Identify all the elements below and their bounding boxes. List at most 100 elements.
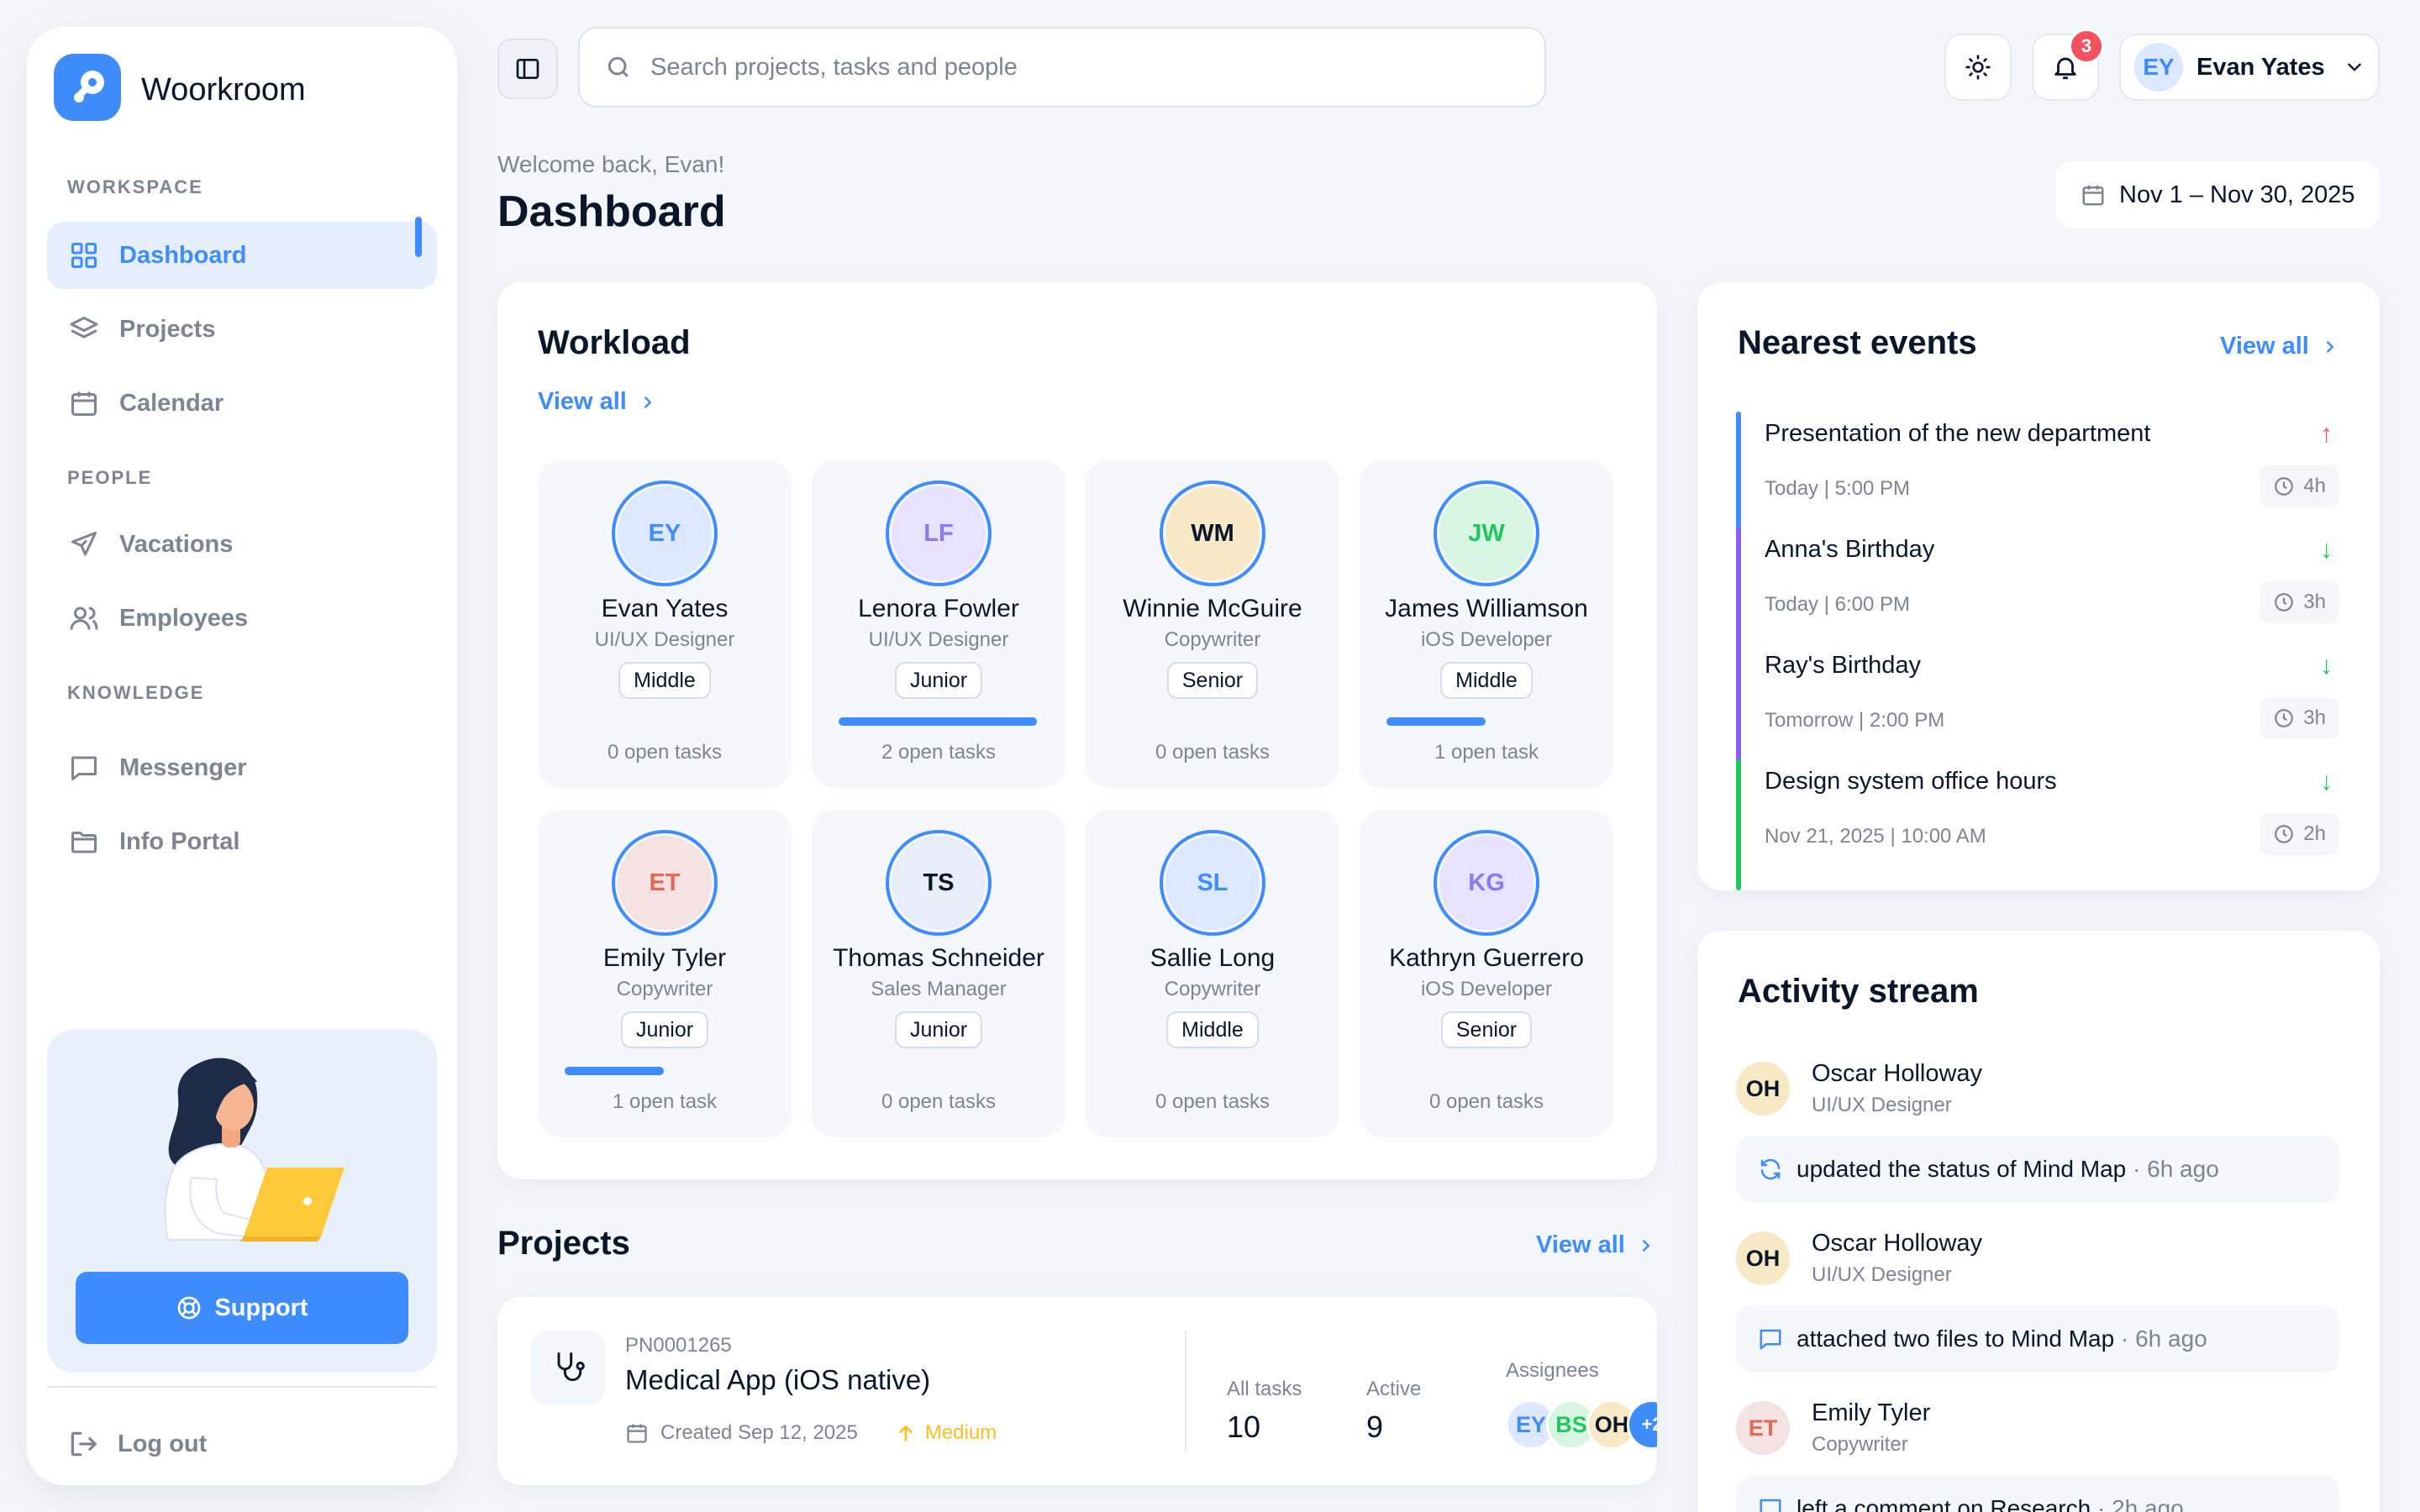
sidebar-item-info-portal[interactable]: Info Portal xyxy=(47,808,437,875)
date-range-picker[interactable]: Nov 1 – Nov 30, 2025 xyxy=(2055,161,2380,228)
avatar-initials: TS xyxy=(892,836,986,930)
activity-user-name: Oscar Holloway xyxy=(1812,1230,1983,1257)
chevron-right-icon xyxy=(639,393,657,412)
more-assignees-badge[interactable]: +2 xyxy=(1627,1399,1657,1450)
app-logo[interactable] xyxy=(54,54,121,121)
clock-icon xyxy=(2273,591,2295,613)
project-card[interactable]: PN0001265 Medical App (iOS native) Creat… xyxy=(497,1297,1657,1485)
sidebar-toggle-button[interactable] xyxy=(497,39,558,99)
avatar-initials: JW xyxy=(1439,486,1534,580)
sidebar-item-vacations[interactable]: Vacations xyxy=(47,511,437,578)
avatar: LF xyxy=(886,480,992,586)
activity-user-role: UI/UX Designer xyxy=(1812,1263,1952,1286)
chevron-right-icon xyxy=(2321,338,2339,356)
event-item[interactable]: Design system office hours ↓ Nov 21, 2025 … xyxy=(1736,759,2339,890)
logout-button[interactable]: Log out xyxy=(67,1428,207,1460)
sidebar-item-label: Dashboard xyxy=(119,241,247,269)
sidebar-item-label: Info Portal xyxy=(119,827,240,855)
plane-icon xyxy=(67,528,101,561)
avatar: ET xyxy=(1736,1401,1790,1455)
workload-member-card[interactable]: WM Winnie McGuire Copywriter Senior 0 open t… xyxy=(1086,460,1339,788)
avatar: EY xyxy=(2134,43,2183,92)
member-name: Lenora Fowler xyxy=(858,595,1019,622)
sidebar-item-calendar[interactable]: Calendar xyxy=(47,370,437,437)
avatar: KG xyxy=(1434,830,1539,936)
event-item[interactable]: Ray's Birthday ↓ Tomorrow | 2:00 PM 3h xyxy=(1736,643,2339,774)
member-name: Emily Tyler xyxy=(602,944,727,972)
project-name: Medical App (iOS native) xyxy=(625,1364,931,1395)
event-title: Anna's Birthday xyxy=(1765,536,1935,563)
activity-item[interactable]: left a comment on Research · 2h ago xyxy=(1736,1475,2339,1512)
workload-member-card[interactable]: ET Emily Tyler Copywriter Junior 1 open task xyxy=(538,810,792,1137)
user-menu-button[interactable]: EY Evan Yates xyxy=(2119,34,2380,101)
member-open-tasks: 1 open task xyxy=(1434,741,1539,764)
sidebar-item-projects[interactable]: Projects xyxy=(47,296,437,363)
activity-user[interactable]: OH Oscar Holloway UI/UX Designer xyxy=(1736,1230,2339,1299)
refresh-icon xyxy=(1758,1157,1783,1182)
activity-time: · 6h ago xyxy=(2126,1156,2219,1182)
member-role: Copywriter xyxy=(616,978,713,1000)
activity-user[interactable]: OH Oscar Holloway UI/UX Designer xyxy=(1736,1060,2339,1129)
member-open-tasks: 2 open tasks xyxy=(881,741,997,764)
member-role: Copywriter xyxy=(1164,978,1261,1000)
avatar: OH xyxy=(1736,1231,1790,1285)
avatar-initials: EY xyxy=(618,486,712,580)
activity-user-name: Oscar Holloway xyxy=(1812,1060,1983,1087)
activity-text: attached two files to Mind Map · 6h ago xyxy=(1797,1326,2207,1352)
workload-member-card[interactable]: KG Kathryn Guerrero iOS Developer Senior 0 o… xyxy=(1360,810,1613,1137)
event-duration-label: 3h xyxy=(2303,706,2326,729)
workload-member-card[interactable]: EY Evan Yates UI/UX Designer Middle 0 open t… xyxy=(538,460,792,788)
search-icon xyxy=(605,54,632,81)
workload-member-card[interactable]: SL Sallie Long Copywriter Middle 0 open task… xyxy=(1086,810,1339,1137)
event-item[interactable]: Presentation of the new department ↑ Today… xyxy=(1736,412,2339,543)
project-id: PN0001265 xyxy=(625,1334,732,1357)
users-icon xyxy=(67,601,101,635)
sidebar-item-messenger[interactable]: Messenger xyxy=(47,734,437,801)
workload-member-card[interactable]: LF Lenora Fowler UI/UX Designer Junior 2 ope… xyxy=(812,460,1065,788)
workload-bar xyxy=(565,1067,664,1075)
notification-badge: 3 xyxy=(2069,29,2104,64)
event-duration: 4h xyxy=(2260,465,2339,507)
search-bar[interactable] xyxy=(578,27,1546,108)
active-nav-marker xyxy=(415,217,422,257)
member-level-badge: Middle xyxy=(618,662,711,699)
sidebar-item-dashboard[interactable]: Dashboard xyxy=(47,222,437,289)
workload-view-all-link[interactable]: View all xyxy=(538,388,657,416)
theme-toggle-button[interactable] xyxy=(1944,34,2012,101)
project-meta: Created Sep 12, 2025 Medium xyxy=(625,1421,997,1445)
event-color-bar xyxy=(1736,412,1741,543)
activity-user[interactable]: ET Emily Tyler Copywriter xyxy=(1736,1399,2339,1468)
event-item[interactable]: Anna's Birthday ↓ Today | 6:00 PM 3h xyxy=(1736,528,2339,659)
activity-action: left a comment on xyxy=(1797,1495,1984,1512)
event-duration-label: 3h xyxy=(2303,591,2326,613)
member-role: UI/UX Designer xyxy=(868,628,1009,651)
sidebar: Woorkroom WORKSPACE Dashboard Projects C… xyxy=(27,27,457,1485)
activity-action: attached two files to xyxy=(1797,1326,2005,1352)
member-open-tasks: 0 open tasks xyxy=(1155,1090,1270,1113)
avatar-initials: LF xyxy=(892,486,986,580)
search-input[interactable] xyxy=(650,53,1491,81)
support-button[interactable]: Support xyxy=(76,1272,408,1344)
avatar-initials: SL xyxy=(1165,836,1260,930)
projects-view-all-link[interactable]: View all xyxy=(1536,1231,1655,1259)
events-view-all-link[interactable]: View all xyxy=(2220,333,2339,360)
activity-text: left a comment on Research · 2h ago xyxy=(1797,1495,2184,1512)
sidebar-item-employees[interactable]: Employees xyxy=(47,585,437,652)
avatar: JW xyxy=(1434,480,1539,586)
member-name: Thomas Schneider xyxy=(833,944,1044,972)
activity-time: · 2h ago xyxy=(2091,1495,2184,1512)
activity-user-role: UI/UX Designer xyxy=(1812,1094,1952,1116)
event-title: Design system office hours xyxy=(1765,768,2057,795)
calendar-icon xyxy=(2081,182,2106,207)
chat-icon xyxy=(1758,1326,1783,1352)
workload-member-card[interactable]: TS Thomas Schneider Sales Manager Junior 0 o… xyxy=(812,810,1065,1137)
event-time: Today | 6:00 PM xyxy=(1765,593,1910,616)
member-level-badge: Middle xyxy=(1166,1011,1259,1048)
activity-item[interactable]: attached two files to Mind Map · 6h ago xyxy=(1736,1305,2339,1373)
event-time: Today | 5:00 PM xyxy=(1765,477,1910,500)
workload-member-card[interactable]: JW James Williamson iOS Developer Middle 1 o… xyxy=(1360,460,1613,788)
all-tasks-value: 10 xyxy=(1227,1410,1261,1444)
view-all-label: View all xyxy=(2220,333,2309,360)
activity-item[interactable]: updated the status of Mind Map · 6h ago xyxy=(1736,1136,2339,1203)
section-people: PEOPLE xyxy=(67,467,153,488)
